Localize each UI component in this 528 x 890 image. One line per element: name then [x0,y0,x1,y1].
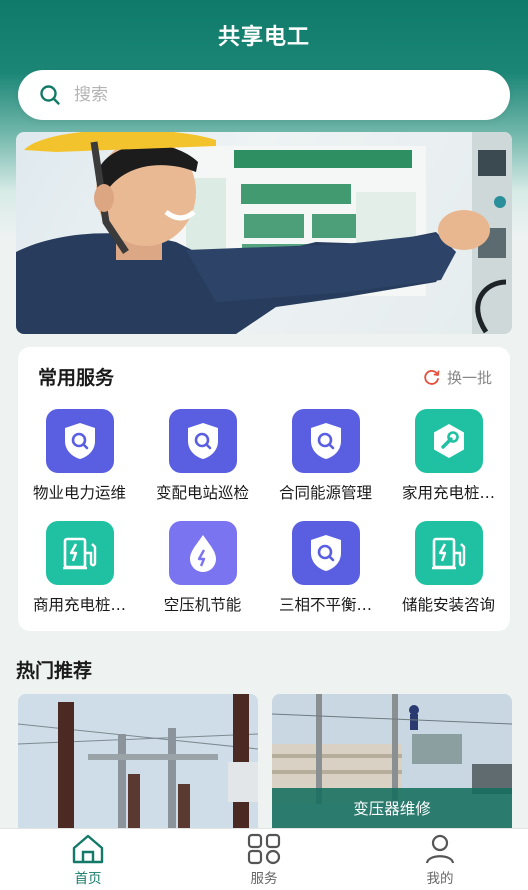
substation-photo [18,694,258,828]
tab-services-label: 服务 [250,870,278,887]
service-item[interactable]: 家用充电桩… [387,409,510,521]
ev-charger-icon [45,521,114,585]
refresh-label: 换一批 [446,369,492,387]
shield-search-icon [168,409,237,473]
home-icon [72,834,104,863]
tab-profile-label: 我的 [426,870,454,887]
grid-icon [247,833,281,864]
service-label: 物业电力运维 [32,484,126,502]
wrench-icon [414,409,483,473]
service-label: 家用充电桩… [401,484,495,502]
shield-search-icon [45,409,114,473]
refresh-icon [424,369,440,385]
service-item[interactable]: 三相不平衡… [264,521,387,633]
service-item[interactable]: 储能安装咨询 [387,521,510,633]
service-item[interactable]: 物业电力运维 [18,409,141,521]
search-bar[interactable] [18,70,510,120]
hot-recommend-title: 热门推荐 [16,660,93,682]
services-grid: 物业电力运维 变配电站巡检 合同能源管理 家用充电桩… 商用充电桩… 空压机节能… [18,409,510,633]
service-label: 三相不平衡… [278,596,372,614]
refresh-button[interactable]: 换一批 [423,367,492,388]
search-input[interactable] [74,85,454,105]
service-item[interactable]: 合同能源管理 [264,409,387,521]
common-services-card: 常用服务 换一批 物业电力运维 变配电站巡检 合同能源管理 家用充电桩… 商用充… [18,347,510,631]
hot-card-substation[interactable] [18,694,258,828]
service-label: 商用充电桩… [32,596,126,614]
app-title: 共享电工 [217,25,310,50]
service-label: 空压机节能 [163,596,242,614]
tab-home[interactable]: 首页 [28,833,148,887]
service-item[interactable]: 空压机节能 [141,521,264,633]
tab-home-label: 首页 [74,870,102,887]
search-icon [40,85,60,105]
service-item[interactable]: 变配电站巡检 [141,409,264,521]
user-icon [425,834,455,863]
service-label: 变配电站巡检 [155,484,249,502]
hot-card-label: 变压器维修 [272,788,512,828]
service-item[interactable]: 商用充电桩… [18,521,141,633]
shield-search-icon [291,521,360,585]
service-label: 储能安装咨询 [401,596,495,614]
top-bar: 共享电工 [0,0,528,70]
ev-charger-icon [414,521,483,585]
banner-image[interactable] [16,132,512,334]
tab-services[interactable]: 服务 [204,833,324,887]
tab-profile[interactable]: 我的 [380,833,500,887]
hot-card-transformer[interactable]: 变压器维修 [272,694,512,828]
services-title: 常用服务 [38,367,115,389]
bottom-tab-bar: 首页 服务 我的 [0,828,528,890]
energy-drop-icon [168,521,237,585]
banner-electrician-illustration [16,132,512,334]
shield-search-icon [291,409,360,473]
service-label: 合同能源管理 [278,484,372,502]
